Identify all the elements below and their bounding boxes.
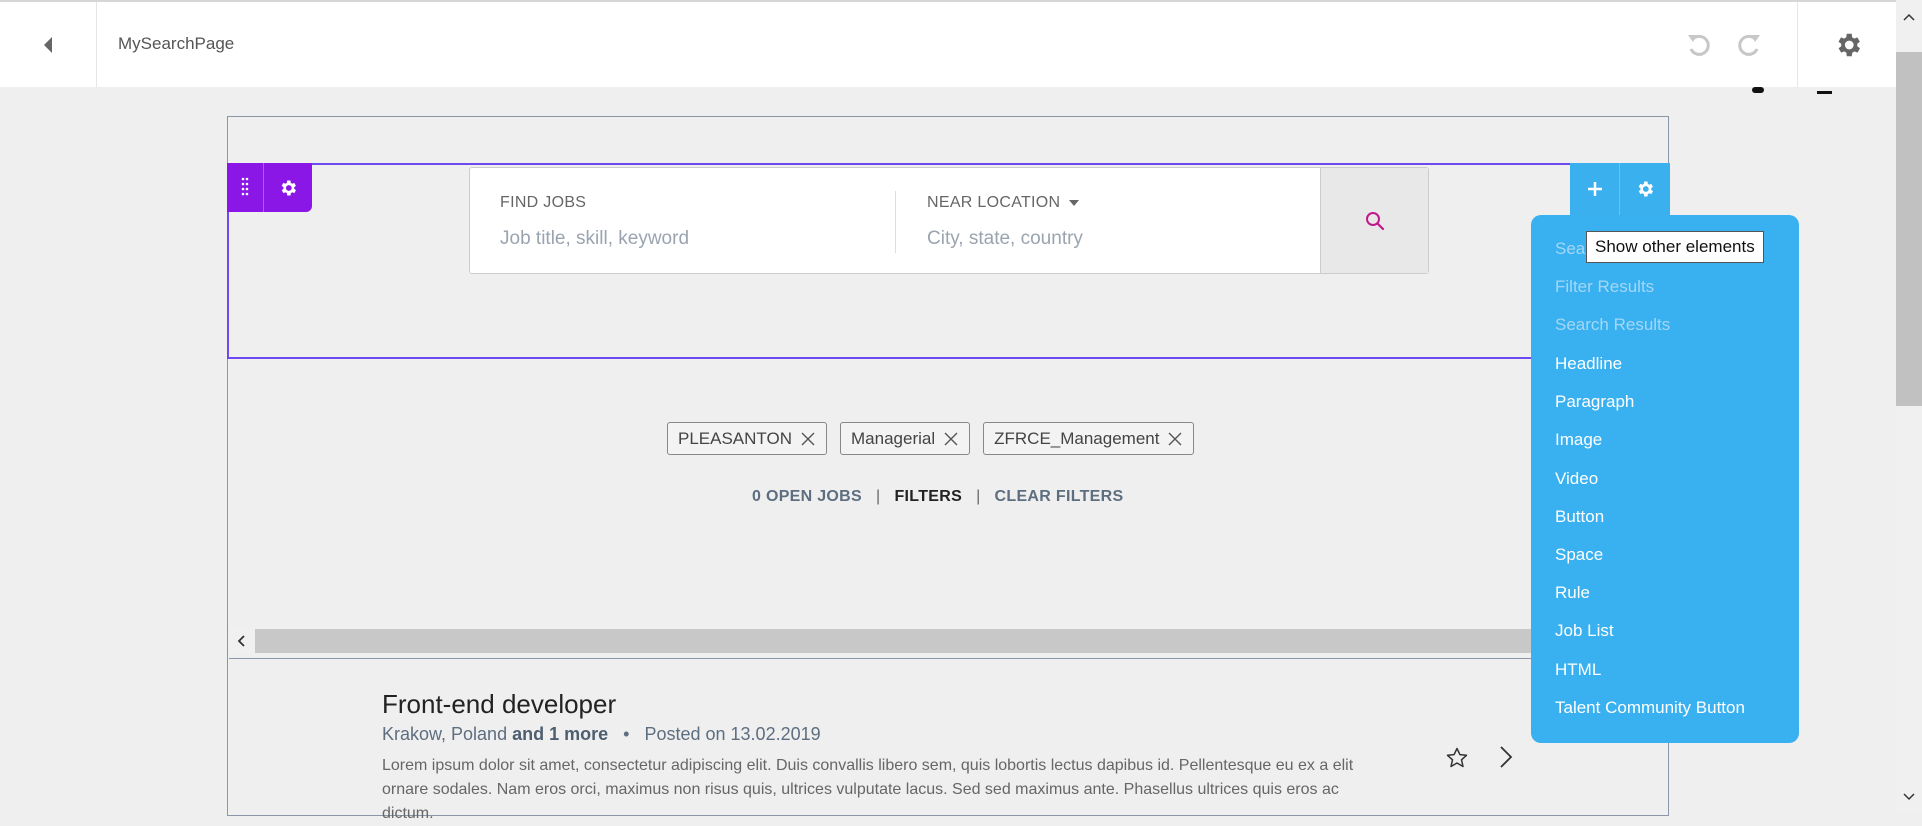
job-location: Krakow, Poland [382, 724, 508, 744]
undo-button[interactable] [1684, 30, 1714, 60]
section-tools [227, 163, 312, 212]
close-icon[interactable] [1167, 431, 1183, 447]
field-divider [895, 191, 896, 253]
filter-tag: Managerial [840, 422, 971, 455]
menu-item-paragraph[interactable]: Paragraph [1555, 392, 1634, 412]
menu-item-search: Sea [1555, 239, 1586, 258]
chevron-right-icon [1500, 746, 1513, 768]
redo-icon [1738, 34, 1760, 56]
filter-tag-label: Managerial [851, 428, 936, 448]
menu-item-talent-community-button[interactable]: Talent Community Button [1555, 698, 1745, 718]
undo-icon [1688, 34, 1710, 56]
filters-link[interactable]: FILTERS [894, 488, 962, 506]
menu-item-video[interactable]: Video [1555, 469, 1598, 489]
filter-tag: ZFRCE_Management [983, 422, 1195, 455]
scroll-left-arrow-icon[interactable] [229, 629, 253, 653]
filter-tags: PLEASANTON Managerial ZFRCE_Management [667, 422, 1195, 455]
add-element-button[interactable] [1570, 163, 1619, 215]
menu-item-headline[interactable]: Headline [1555, 354, 1622, 374]
tooltip: Show other elements [1586, 231, 1764, 263]
elements-menu: Sea Filter Results Search Results Headli… [1531, 215, 1799, 743]
open-job-button[interactable] [1492, 742, 1520, 772]
header-icons-peek [1752, 87, 1832, 94]
job-meta: Krakow, Poland and 1 more • Posted on 13… [382, 724, 821, 745]
summary-separator: | [976, 488, 981, 505]
favorite-button[interactable] [1443, 744, 1471, 772]
find-jobs-input[interactable]: Job title, skill, keyword [500, 228, 689, 250]
results-summary: 0 OPEN JOBS | FILTERS | CLEAR FILTERS [752, 488, 1123, 506]
job-posted-date: Posted on 13.02.2019 [644, 724, 821, 744]
scroll-down-arrow-icon[interactable] [1896, 784, 1922, 810]
menu-item-rule[interactable]: Rule [1555, 583, 1590, 603]
location-dropdown[interactable]: NEAR LOCATION [927, 194, 1080, 212]
redo-button[interactable] [1734, 30, 1764, 60]
section-divider [229, 658, 1669, 659]
back-button[interactable] [0, 2, 97, 87]
menu-item-job-list[interactable]: Job List [1555, 621, 1614, 641]
star-outline-icon [1446, 747, 1468, 768]
page-title: MySearchPage [118, 34, 235, 53]
job-more-locations[interactable]: and 1 more [512, 724, 608, 744]
menu-item-html[interactable]: HTML [1555, 660, 1601, 680]
summary-separator: | [876, 488, 881, 505]
gear-icon [281, 180, 296, 195]
settings-button[interactable] [1797, 2, 1897, 87]
horizontal-scrollbar-thumb[interactable] [255, 629, 1669, 653]
close-icon[interactable] [943, 431, 959, 447]
drag-handle[interactable] [227, 163, 264, 212]
vertical-scrollbar[interactable] [1896, 0, 1922, 814]
caret-down-icon [1069, 200, 1080, 206]
scrollbar-thumb[interactable] [1896, 52, 1922, 406]
gear-icon [1838, 33, 1860, 56]
scroll-up-arrow-icon[interactable] [1896, 4, 1922, 30]
menu-item-space[interactable]: Space [1555, 545, 1603, 565]
plus-icon [1587, 182, 1602, 196]
menu-item-filter-results: Filter Results [1555, 277, 1655, 296]
search-button[interactable] [1320, 168, 1428, 273]
open-jobs-count: 0 OPEN JOBS [752, 488, 863, 505]
caret-left-icon [44, 36, 52, 53]
search-icon [1365, 211, 1384, 230]
find-jobs-label: FIND JOBS [500, 194, 587, 211]
section-settings-button[interactable] [264, 163, 312, 212]
menu-item-search-results: Search Results [1555, 315, 1671, 334]
gear-icon [1638, 181, 1653, 197]
location-input[interactable]: City, state, country [927, 228, 1083, 250]
meta-separator: • [623, 724, 630, 744]
drag-handle-icon [241, 177, 249, 195]
job-description: Lorem ipsum dolor sit amet, consectetur … [382, 757, 1354, 822]
element-settings-button[interactable] [1619, 163, 1670, 215]
filter-tag: PLEASANTON [667, 422, 828, 455]
close-icon[interactable] [800, 431, 816, 447]
near-location-label: NEAR LOCATION [927, 194, 1061, 211]
job-search-box: FIND JOBS Job title, skill, keyword NEAR… [469, 167, 1429, 274]
menu-item-button[interactable]: Button [1555, 507, 1604, 527]
horizontal-scrollbar[interactable] [229, 629, 1669, 653]
clear-filters-link[interactable]: CLEAR FILTERS [995, 488, 1124, 506]
filter-tag-label: PLEASANTON [678, 428, 793, 448]
filter-tag-label: ZFRCE_Management [994, 428, 1160, 448]
menu-item-image[interactable]: Image [1555, 430, 1602, 450]
top-bar: MySearchPage [0, 0, 1896, 87]
job-title[interactable]: Front-end developer [382, 689, 616, 720]
